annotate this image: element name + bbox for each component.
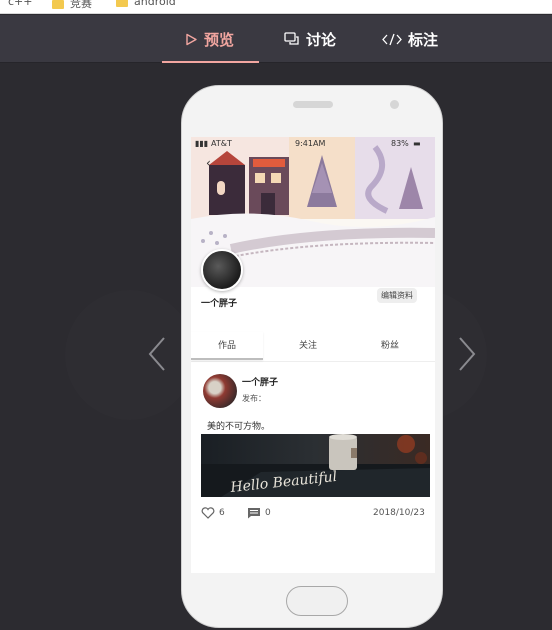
code-icon [382,33,402,46]
post-text: 美的不可方物。 [207,422,271,432]
tab-following[interactable]: 关注 [272,332,344,360]
bookmarks-bar: c++ 竞赛 android [0,0,552,14]
tab-works[interactable]: 作品 [191,332,263,360]
tab-discussion[interactable]: 讨论 [284,15,336,63]
chat-icon [284,32,300,46]
battery-icon: ▬ [413,139,421,148]
bookmark-label: c++ [8,0,33,8]
chevron-right-icon [459,337,476,371]
tab-label: 讨论 [306,30,337,49]
signal-icon: ▮▮▮ [195,139,209,148]
comment-icon [248,508,260,519]
bookmark-contest[interactable]: 竞赛 [52,0,92,11]
post-meta: 发布： [242,394,266,403]
comment-button[interactable]: 0 [247,507,271,519]
battery-percent: 83% [391,139,409,148]
profile-tabs: 作品 关注 粉丝 [191,332,435,362]
preview-toolbar: 预览 讨论 标注 [0,15,552,63]
folder-icon [116,0,128,7]
prev-button[interactable] [65,290,195,420]
status-time: 9:41AM [295,139,326,148]
folder-icon [52,0,64,9]
profile-username: 一个胖子 [201,299,238,309]
tab-followers[interactable]: 粉丝 [354,332,426,360]
play-icon [185,33,198,46]
post-photo: Hello Beautiful [201,434,430,497]
chevron-left-icon [148,337,165,371]
tab-preview[interactable]: 预览 [162,15,260,63]
carrier-label: AT&T [211,139,232,148]
back-icon[interactable]: ‹ [206,156,211,170]
active-tab-indicator [162,61,260,63]
post-date: 2018/10/23 [373,508,425,518]
tab-label: 标注 [408,30,439,49]
like-button[interactable]: 6 [201,507,225,519]
tab-annotation[interactable]: 标注 [382,15,438,63]
bookmark-cpp[interactable]: c++ [8,0,32,8]
tab-label: 预览 [204,30,235,49]
tab-label: 关注 [298,341,317,351]
like-count: 6 [219,508,225,518]
tab-label: 粉丝 [380,341,399,351]
profile-avatar[interactable] [201,249,243,291]
status-bar: ▮▮▮ AT&T 9:41AM 83% ▬ [191,137,435,151]
tab-label: 作品 [217,341,236,351]
bookmark-label: android [134,0,176,8]
phone-speaker [293,101,333,108]
post-author-avatar[interactable] [203,374,237,408]
bookmark-label: 竞赛 [70,0,92,10]
phone-screen: ▮▮▮ AT&T 9:41AM 83% ▬ ‹ 一个胖子 编辑资料 作品 关注 … [191,137,435,573]
heart-icon [201,507,215,519]
post-author-name[interactable]: 一个胖子 [242,375,278,388]
home-button[interactable] [286,586,348,616]
comment-count: 0 [265,508,271,518]
phone-camera [390,100,399,109]
bookmark-android[interactable]: android [116,0,176,8]
edit-profile-button[interactable]: 编辑资料 [377,288,417,303]
post-actions: 6 0 2018/10/23 [191,507,435,525]
post-image[interactable]: Hello Beautiful [201,434,430,497]
phone-frame: ▮▮▮ AT&T 9:41AM 83% ▬ ‹ 一个胖子 编辑资料 作品 关注 … [181,85,443,628]
